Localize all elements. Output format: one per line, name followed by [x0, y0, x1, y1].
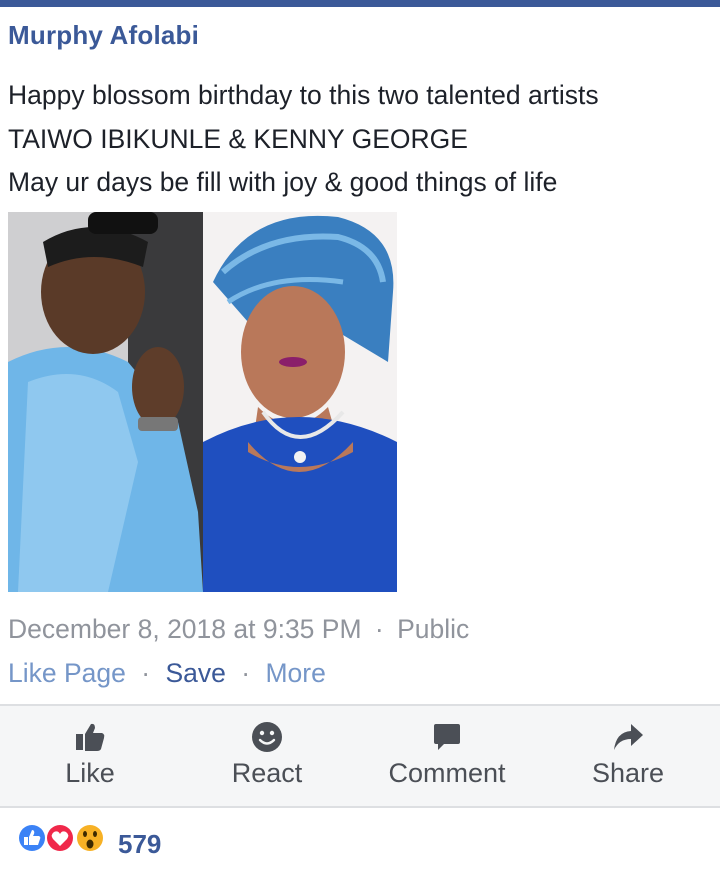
post-text-line: Happy blossom birthday to this two talen… — [8, 80, 599, 110]
like-button[interactable]: Like — [0, 706, 180, 806]
photo-left-person — [8, 212, 203, 592]
photo-right-person — [203, 212, 397, 592]
top-accent-bar — [0, 0, 720, 7]
share-arrow-icon — [614, 724, 643, 750]
reaction-count[interactable]: 579 — [118, 829, 161, 860]
smiley-icon — [252, 722, 282, 752]
share-button-label: Share — [591, 758, 665, 788]
privacy-label: Public — [397, 614, 470, 644]
wow-reaction-icon — [75, 823, 105, 853]
link-separator: · — [241, 658, 251, 688]
react-button-label: React — [231, 758, 303, 788]
comment-button[interactable]: Comment — [357, 706, 537, 806]
more-link[interactable]: More — [265, 658, 325, 688]
post-timestamp[interactable]: December 8, 2018 at 9:35 PM — [8, 614, 362, 644]
post-author-name[interactable]: Murphy Afolabi — [8, 20, 199, 51]
save-link[interactable]: Save — [165, 658, 225, 688]
post-photo[interactable] — [8, 212, 397, 592]
post-action-bar: Like React Comment Share — [0, 704, 720, 808]
like-reaction-icon — [17, 823, 47, 853]
share-button[interactable]: Share — [538, 706, 718, 806]
post-meta: December 8, 2018 at 9:35 PM · Public — [8, 614, 469, 645]
post-text-line: May ur days be fill with joy & good thin… — [8, 167, 558, 197]
like-button-label: Like — [65, 758, 115, 788]
comment-bubble-icon — [434, 724, 460, 750]
post-links: Like Page · Save · More — [8, 658, 326, 689]
comment-button-label: Comment — [388, 758, 506, 788]
like-page-link[interactable]: Like Page — [8, 658, 126, 688]
react-button[interactable]: React — [177, 706, 357, 806]
post-text-line: TAIWO IBIKUNLE & KENNY GEORGE — [8, 123, 468, 154]
link-separator: · — [141, 658, 151, 688]
love-reaction-icon — [45, 823, 75, 853]
meta-separator: · — [374, 614, 384, 644]
post-text: Happy blossom birthday to this two talen… — [8, 74, 713, 205]
thumbs-up-icon — [76, 723, 105, 751]
reaction-icons[interactable] — [14, 818, 214, 858]
